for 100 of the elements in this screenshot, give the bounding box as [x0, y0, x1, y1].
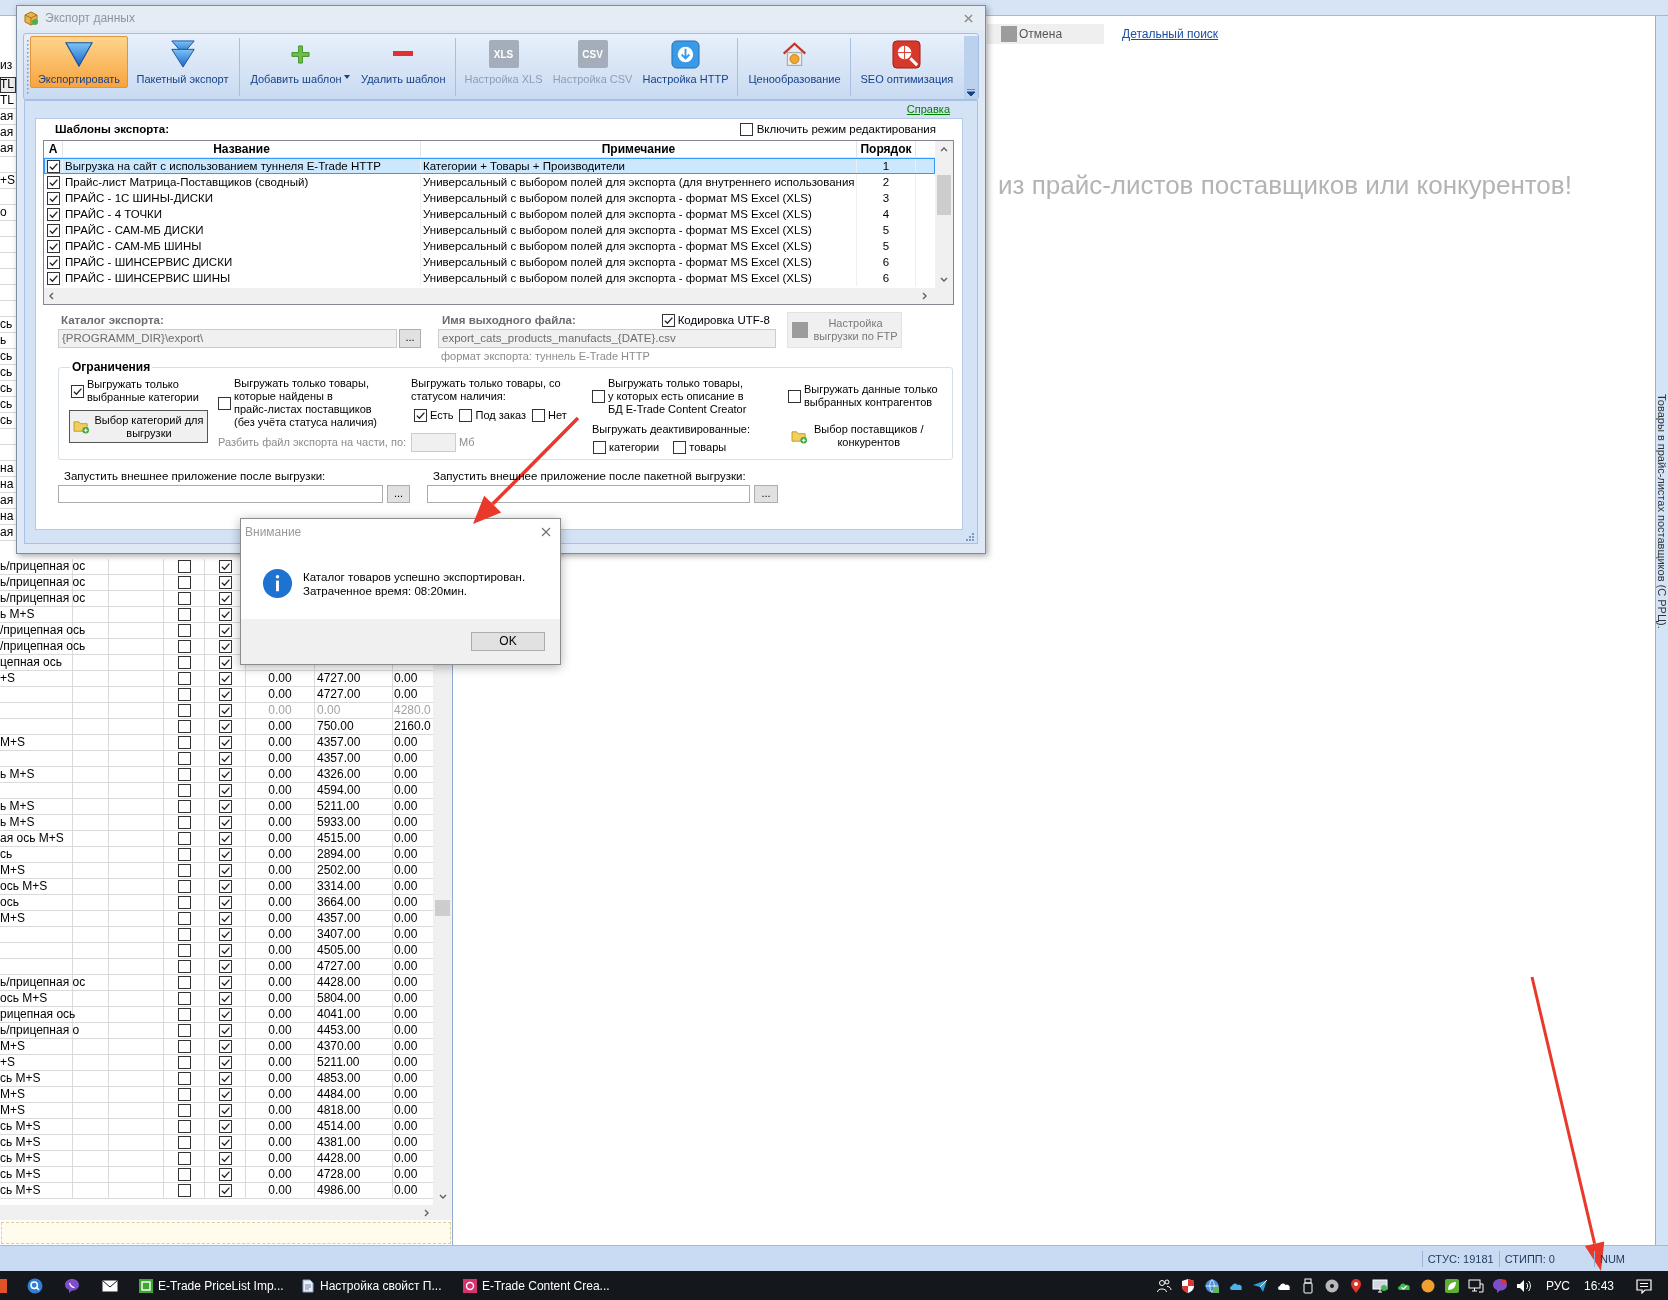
checkbox[interactable] — [177, 560, 191, 573]
table-row[interactable]: +S 0.00 4727.00 0.00 — [0, 671, 433, 687]
checkbox[interactable] — [218, 608, 232, 621]
table-row[interactable]: M+S 0.00 4484.00 0.00 — [0, 1087, 433, 1103]
close-button[interactable] — [541, 526, 551, 537]
checkbox[interactable] — [177, 832, 191, 845]
toolbar-button[interactable]: Пакетный экспорт — [132, 36, 233, 88]
table-row[interactable]: Выгрузка на сайт с использованием туннеля E-Trade HTTP Категории + Товары + Производители 1 — [44, 158, 935, 174]
cancel-button[interactable]: Отмена — [987, 24, 1104, 44]
close-button[interactable] — [964, 13, 973, 23]
checkbox[interactable] — [218, 944, 232, 957]
checkbox[interactable] — [46, 223, 60, 237]
checkbox[interactable] — [218, 640, 232, 653]
table-row[interactable]: сь M+S 0.00 4986.00 0.00 — [0, 1183, 433, 1199]
input-field[interactable] — [427, 485, 750, 503]
checkbox[interactable] — [177, 624, 191, 637]
clock-text[interactable]: 16:43 — [1583, 1276, 1614, 1295]
table-row[interactable]: M+S 0.00 4370.00 0.00 — [0, 1039, 433, 1055]
table-row[interactable]: +S 0.00 5211.00 0.00 — [0, 1055, 433, 1071]
toolbar-button[interactable]: Настройка HTTP — [639, 36, 732, 88]
checkbox[interactable] — [177, 768, 191, 781]
checkbox[interactable] — [177, 848, 191, 861]
ok-button[interactable]: OK — [471, 632, 545, 651]
table-row[interactable]: сь M+S 0.00 4381.00 0.00 — [0, 1135, 433, 1151]
table-row[interactable]: сь M+S 0.00 4728.00 0.00 — [0, 1167, 433, 1183]
toolbar-overflow-button[interactable] — [964, 36, 978, 99]
checkbox[interactable] — [177, 576, 191, 589]
checkbox[interactable] — [71, 384, 84, 398]
checkbox[interactable] — [218, 1024, 232, 1037]
checkbox[interactable] — [177, 1056, 191, 1069]
checkbox[interactable] — [177, 896, 191, 909]
side-tab[interactable]: Товары в прайс-листах поставщиков (С РРЦ). — [1656, 394, 1668, 629]
table-row[interactable]: ось 0.00 3664.00 0.00 — [0, 895, 433, 911]
checkbox[interactable] — [414, 408, 427, 422]
checkbox[interactable] — [593, 440, 606, 454]
checkbox[interactable] — [739, 123, 753, 136]
table-row[interactable]: ь/прицепная о 0.00 4453.00 0.00 — [0, 1023, 433, 1039]
table-row[interactable]: 0.00 4594.00 0.00 — [0, 783, 433, 799]
checkbox[interactable] — [218, 672, 232, 685]
scrollbar-thumb[interactable] — [435, 900, 450, 916]
help-link[interactable]: Справка — [906, 101, 950, 118]
table-row[interactable]: сь M+S 0.00 4514.00 0.00 — [0, 1119, 433, 1135]
checkbox[interactable] — [218, 1152, 232, 1165]
checkbox[interactable] — [177, 1168, 191, 1181]
table-row[interactable]: 0.00 4505.00 0.00 — [0, 943, 433, 959]
checkbox[interactable] — [177, 1088, 191, 1101]
checkbox[interactable] — [218, 656, 232, 669]
checkbox[interactable] — [177, 992, 191, 1005]
checkbox[interactable] — [46, 175, 60, 189]
checkbox[interactable] — [218, 864, 232, 877]
checkbox[interactable] — [788, 389, 801, 403]
column-header[interactable]: Порядок — [857, 141, 916, 157]
checkbox[interactable] — [177, 1104, 191, 1117]
checkbox[interactable] — [218, 736, 232, 749]
checkbox[interactable] — [218, 396, 231, 410]
table-row[interactable]: 0.00 4727.00 0.00 — [0, 687, 433, 703]
checkbox[interactable] — [459, 408, 473, 422]
checkbox[interactable] — [218, 848, 232, 861]
checkbox[interactable] — [46, 255, 60, 269]
checkbox[interactable] — [532, 408, 545, 422]
table-row[interactable]: 0.00 4357.00 0.00 — [0, 751, 433, 767]
table-row[interactable]: TL — [0, 77, 16, 93]
table-row[interactable]: ь M+S 0.00 5933.00 0.00 — [0, 815, 433, 831]
toolbar-button[interactable]: Удалить шаблон — [358, 36, 449, 88]
checkbox[interactable] — [218, 976, 232, 989]
toolbar-button[interactable]: Ценообразование — [744, 36, 845, 88]
checkbox[interactable] — [218, 832, 232, 845]
checkbox[interactable] — [218, 912, 232, 925]
checkbox[interactable] — [177, 1184, 191, 1197]
checkbox[interactable] — [177, 960, 191, 973]
checkbox[interactable] — [218, 752, 232, 765]
scrollbar-thumb[interactable] — [937, 175, 951, 215]
toolbar-button[interactable]: Экспортировать — [30, 36, 128, 88]
checkbox[interactable] — [218, 1104, 232, 1117]
choose-suppliers-button[interactable]: Выбор поставщиков / конкурентов — [788, 423, 944, 449]
checkbox[interactable] — [177, 672, 191, 685]
checkbox[interactable] — [177, 976, 191, 989]
checkbox[interactable] — [177, 800, 191, 813]
checkbox[interactable] — [218, 1168, 232, 1181]
table-row[interactable]: сь M+S 0.00 4853.00 0.00 — [0, 1071, 433, 1087]
checkbox[interactable] — [177, 928, 191, 941]
checkbox[interactable] — [177, 944, 191, 957]
choose-categories-button[interactable]: Выбор категорий для выгрузки — [69, 410, 208, 443]
table-row[interactable]: сь 0.00 2894.00 0.00 — [0, 847, 433, 863]
checkbox[interactable] — [218, 784, 232, 797]
table-row[interactable]: ь M+S 0.00 4326.00 0.00 — [0, 767, 433, 783]
table-row[interactable]: M+S 0.00 4357.00 0.00 — [0, 911, 433, 927]
table-row[interactable]: M+S 0.00 4818.00 0.00 — [0, 1103, 433, 1119]
table-row[interactable]: M+S 0.00 2502.00 0.00 — [0, 863, 433, 879]
browse-button[interactable]: ... — [754, 485, 778, 503]
checkbox[interactable] — [218, 928, 232, 941]
checkbox[interactable] — [218, 1184, 232, 1197]
checkbox[interactable] — [177, 1152, 191, 1165]
input-field[interactable] — [58, 485, 383, 503]
checkbox[interactable] — [177, 1024, 191, 1037]
checkbox[interactable] — [177, 1120, 191, 1133]
table-row[interactable]: рицепная ось 0.00 4041.00 0.00 — [0, 1007, 433, 1023]
checkbox[interactable] — [177, 608, 191, 621]
checkbox[interactable] — [177, 752, 191, 765]
checkbox[interactable] — [218, 896, 232, 909]
